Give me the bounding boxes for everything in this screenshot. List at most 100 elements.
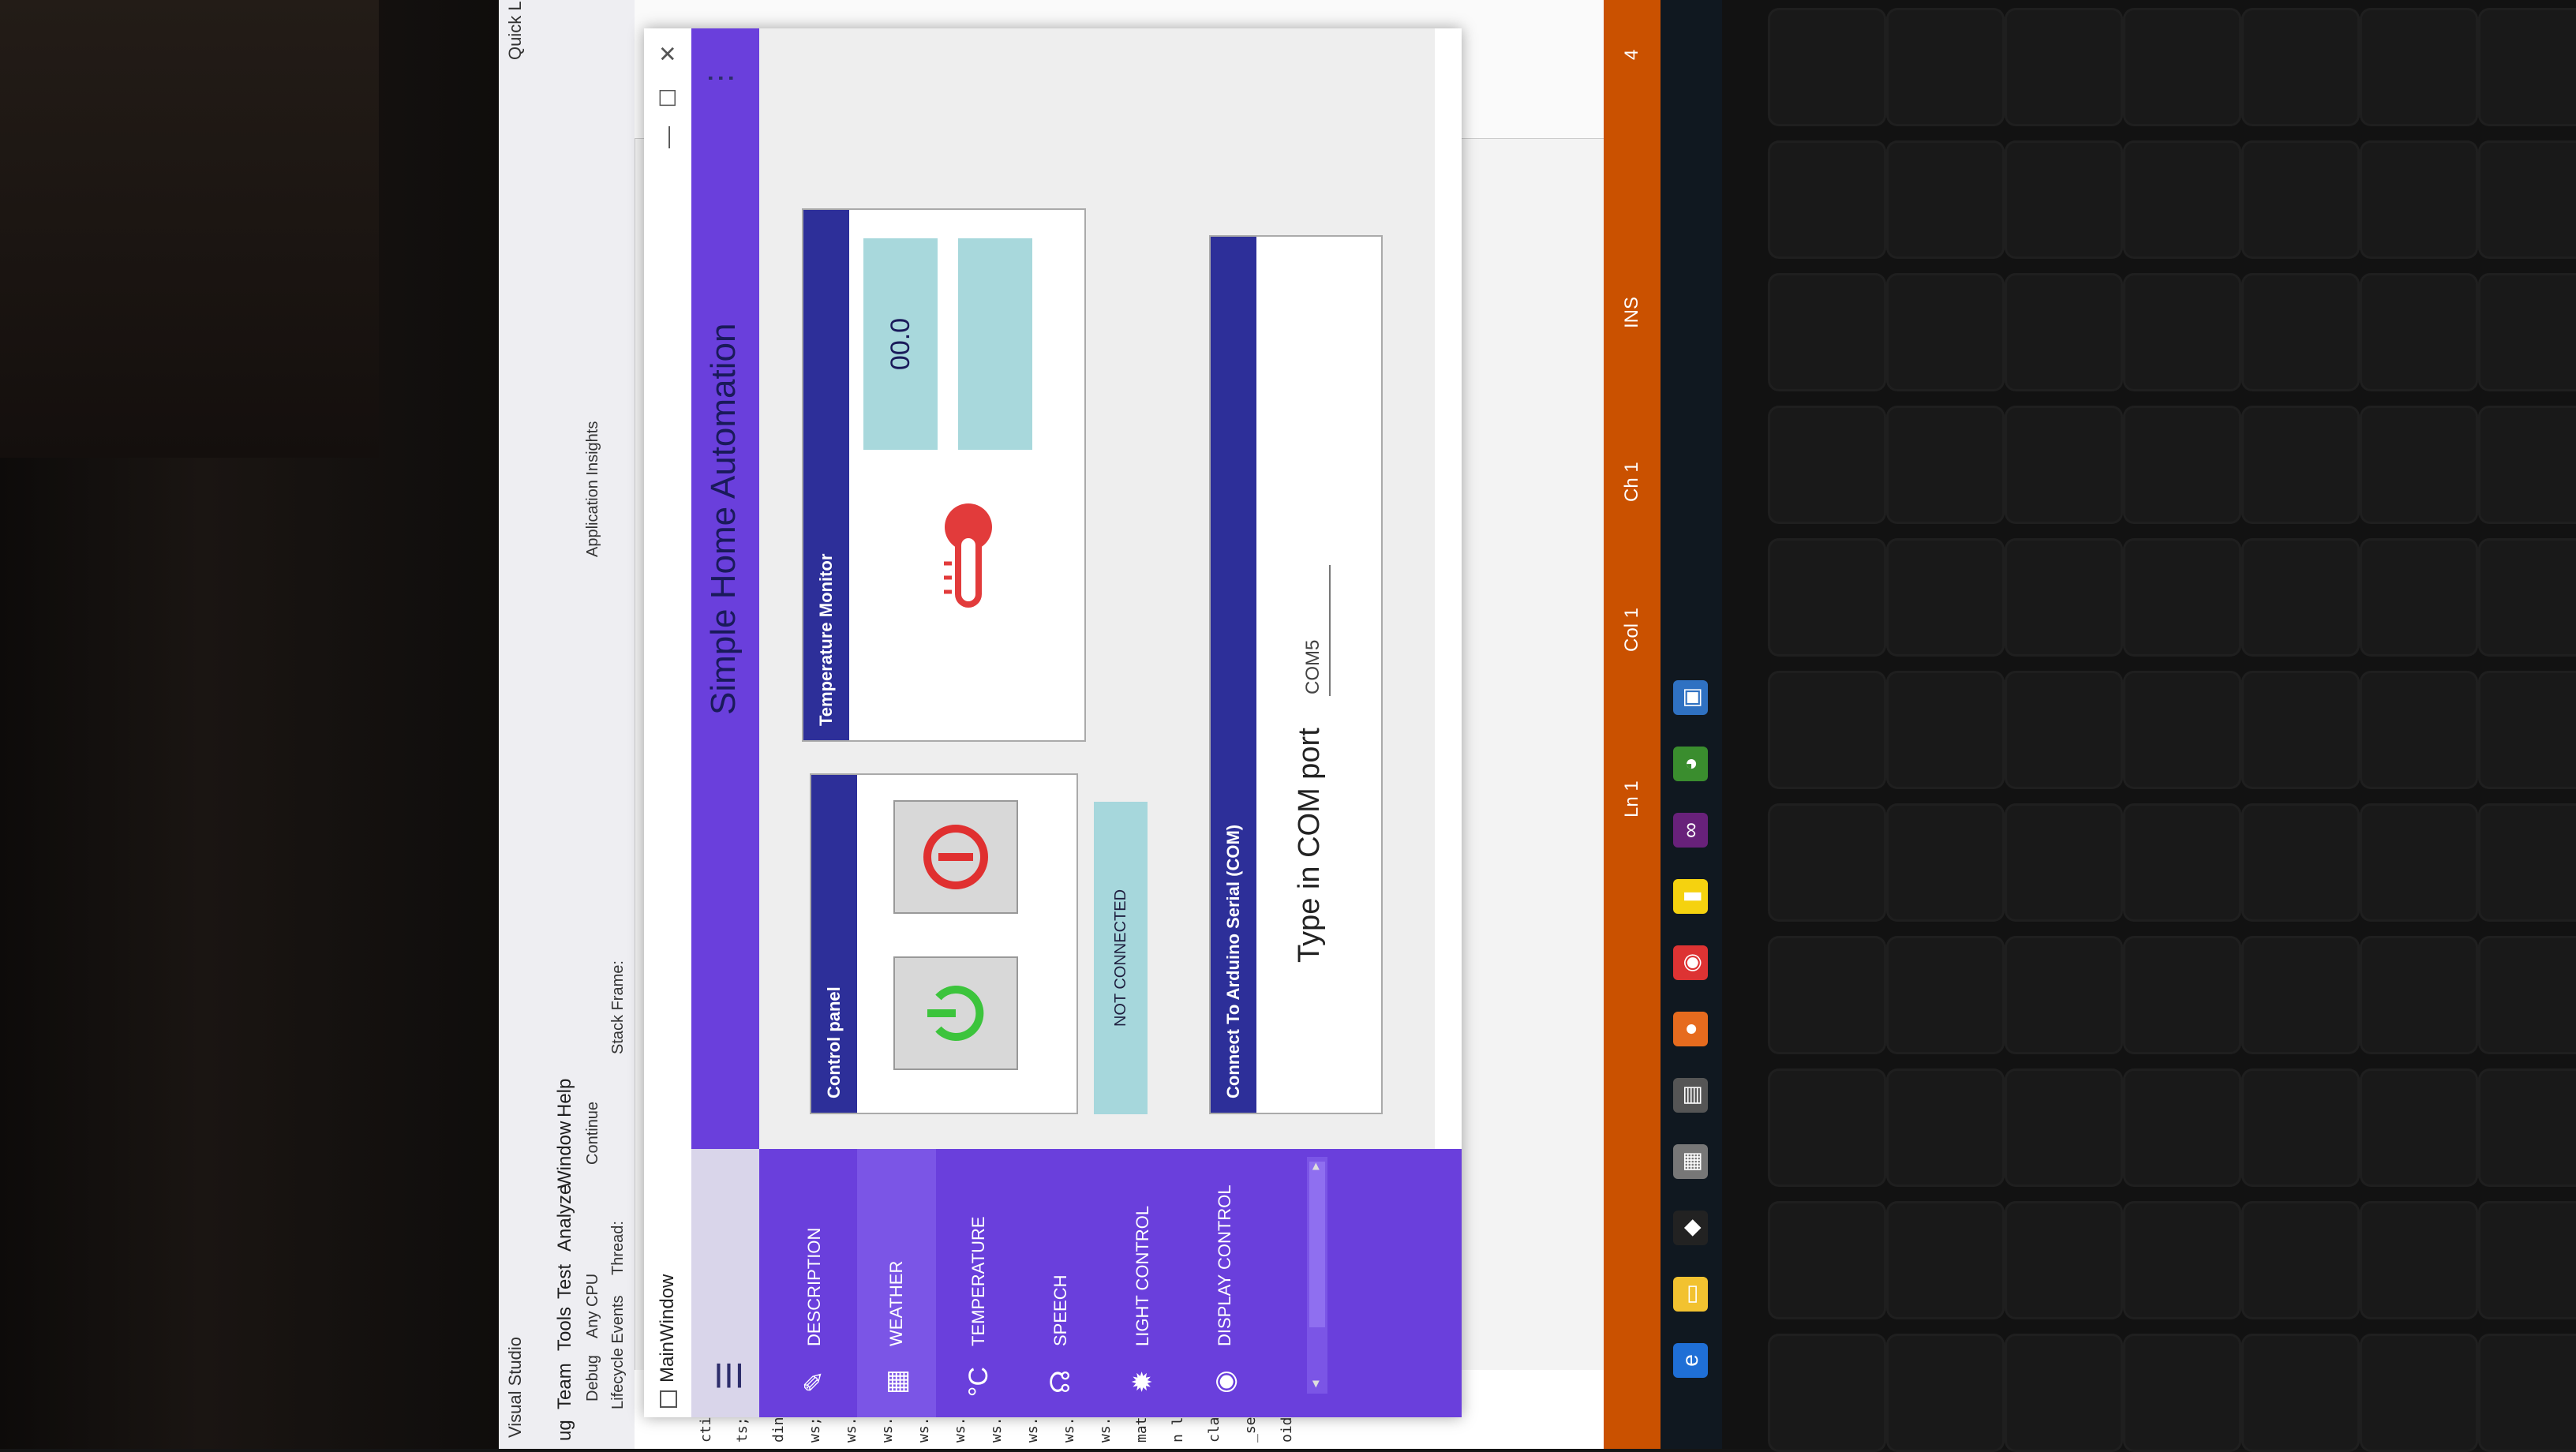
keyboard-key bbox=[2123, 803, 2241, 922]
vs-status-bar: Ln 1 Col 1 Ch 1 INS 4 bbox=[1604, 0, 1661, 1449]
more-options-icon[interactable]: ⋮ bbox=[702, 65, 738, 93]
main-window-task-icon[interactable]: ▣ bbox=[1673, 680, 1708, 715]
maximize-button[interactable]: ☐ bbox=[650, 80, 685, 115]
vs-quick-launch[interactable]: Quick L bbox=[505, 1, 526, 60]
app-green-icon[interactable]: ◕ bbox=[1673, 747, 1708, 781]
nav-item-weather[interactable]: ▦ WEATHER bbox=[857, 1149, 936, 1417]
grid-icon: ▦ bbox=[882, 1368, 912, 1395]
menu-item-2[interactable]: Tools bbox=[554, 1307, 576, 1351]
config-select[interactable]: Debug bbox=[584, 1355, 602, 1401]
com-port-input[interactable]: Type in COM port bbox=[1293, 728, 1327, 963]
keyboard-key bbox=[2005, 1068, 2123, 1187]
app-insights-button[interactable]: Application Insights bbox=[584, 421, 602, 557]
visual-studio-icon[interactable]: ∞ bbox=[1673, 813, 1708, 848]
edge-icon[interactable]: e bbox=[1673, 1343, 1708, 1378]
nav-item-description[interactable]: ✎ DESCRIPTION bbox=[775, 1149, 854, 1417]
temperature-field-2 bbox=[958, 238, 1032, 450]
content-area: Control panel NOT CONNECTED Temperature … bbox=[759, 28, 1435, 1149]
windows-store-icon[interactable]: ▦ bbox=[1673, 1144, 1708, 1179]
menu-item-1[interactable]: Team bbox=[554, 1363, 576, 1409]
nav-label: LIGHT CONTROL bbox=[1133, 1205, 1152, 1346]
menu-item-6[interactable]: Help bbox=[554, 1079, 576, 1117]
keyboard-key bbox=[2360, 1068, 2478, 1187]
continue-button[interactable]: Continue bbox=[584, 1102, 602, 1165]
code-line: ws; bbox=[807, 1416, 823, 1443]
firefox-icon[interactable]: ● bbox=[1673, 1012, 1708, 1046]
scroll-right-icon[interactable]: ▸ bbox=[1307, 1157, 1327, 1176]
nav-item-display-control[interactable]: ◉ DISPLAY CONTROL bbox=[1185, 1149, 1264, 1417]
keyboard-key bbox=[1886, 140, 2005, 259]
temperature-value: 00.0 bbox=[863, 238, 938, 450]
status-mode: INS bbox=[1621, 296, 1642, 328]
keyboard-key bbox=[1886, 538, 2005, 657]
keyboard-key bbox=[2360, 1201, 2478, 1319]
keyboard-key bbox=[2123, 1068, 2241, 1187]
keyboard-key bbox=[2005, 140, 2123, 259]
laptop-keyboard bbox=[1720, 0, 2576, 1452]
keyboard-key bbox=[1886, 1068, 2005, 1187]
nav-label: DISPLAY CONTROL bbox=[1215, 1184, 1234, 1346]
keyboard-key bbox=[1886, 406, 2005, 524]
com-value[interactable]: COM5 bbox=[1302, 640, 1324, 694]
menu-item-5[interactable]: Window bbox=[554, 1121, 576, 1188]
sticky-notes-icon[interactable]: ▮ bbox=[1673, 879, 1708, 914]
scroll-thumb[interactable] bbox=[1309, 1162, 1325, 1327]
window-title: MainWindow bbox=[657, 1274, 678, 1383]
power-on-button[interactable] bbox=[893, 956, 1018, 1070]
nav-scrollbar[interactable]: ◂ ▸ bbox=[1307, 1157, 1327, 1394]
scroll-left-icon[interactable]: ◂ bbox=[1307, 1375, 1327, 1394]
keyboard-key bbox=[1768, 1068, 1886, 1187]
keyboard-key bbox=[2005, 671, 2123, 789]
lightbulb-icon: ✹ bbox=[1128, 1370, 1158, 1394]
lifecycle-events[interactable]: Lifecycle Events bbox=[609, 1295, 627, 1409]
keyboard-key bbox=[2241, 140, 2360, 259]
power-off-icon bbox=[923, 825, 988, 889]
speech-icon: ☊ bbox=[1046, 1369, 1076, 1394]
keyboard-key bbox=[2478, 538, 2576, 657]
store-icon[interactable]: ◆ bbox=[1673, 1211, 1708, 1245]
com-underline bbox=[1329, 565, 1331, 696]
menu-item-3[interactable]: Test bbox=[554, 1264, 576, 1299]
keyboard-key bbox=[2241, 273, 2360, 391]
keyboard-key bbox=[2123, 1334, 2241, 1452]
calculator-icon[interactable]: ▤ bbox=[1673, 1078, 1708, 1113]
keyboard-key bbox=[1768, 803, 1886, 922]
platform-select[interactable]: Any CPU bbox=[584, 1274, 602, 1338]
keyboard-key bbox=[2478, 140, 2576, 259]
control-panel-header: Control panel bbox=[811, 775, 857, 1113]
compass-icon: ✎ bbox=[799, 1370, 829, 1394]
power-off-button[interactable] bbox=[893, 800, 1018, 914]
close-button[interactable]: ✕ bbox=[650, 36, 685, 71]
keyboard-key bbox=[2123, 936, 2241, 1054]
keyboard-key bbox=[2005, 538, 2123, 657]
menu-item-4[interactable]: Analyze bbox=[554, 1184, 576, 1252]
nav-item-temperature[interactable]: °C TEMPERATURE bbox=[939, 1149, 1018, 1417]
menu-item-0[interactable]: ug bbox=[554, 1420, 576, 1441]
temperature-header: Temperature Monitor bbox=[803, 210, 849, 740]
chrome-icon[interactable]: ◉ bbox=[1673, 945, 1708, 980]
vs-title-bar: Visual Studio Quick L bbox=[499, 0, 530, 1449]
thread-label: Thread: bbox=[609, 1221, 627, 1275]
nav-item-light-control[interactable]: ✹ LIGHT CONTROL bbox=[1103, 1149, 1182, 1417]
file-explorer-icon[interactable]: ▭ bbox=[1673, 1277, 1708, 1312]
status-ch: Ch 1 bbox=[1621, 462, 1642, 502]
keyboard-key bbox=[1886, 803, 2005, 922]
keyboard-key bbox=[2360, 671, 2478, 789]
keyboard-key bbox=[2123, 8, 2241, 126]
keyboard-key bbox=[2123, 406, 2241, 524]
keyboard-key bbox=[2360, 803, 2478, 922]
taskbar: e ▭ ◆ ▦ ▤ ● ◉ ▮ ∞ ◕ ▣ bbox=[1661, 0, 1722, 1449]
keyboard-key bbox=[2241, 803, 2360, 922]
keyboard-key bbox=[1768, 671, 1886, 789]
status-ln: Ln 1 bbox=[1621, 780, 1642, 818]
keyboard-key bbox=[2478, 671, 2576, 789]
desktop: Visual Studio Quick L ug Team Tools Test Ana… bbox=[499, 0, 1722, 1449]
keyboard-key bbox=[2478, 273, 2576, 391]
keyboard-key bbox=[1886, 671, 2005, 789]
hamburger-menu-icon[interactable]: ☰ bbox=[710, 1360, 749, 1390]
nav-item-speech[interactable]: ☊ SPEECH bbox=[1021, 1149, 1100, 1417]
nav-label: SPEECH bbox=[1050, 1274, 1070, 1346]
keyboard-key bbox=[2360, 273, 2478, 391]
minimize-button[interactable]: — bbox=[650, 120, 685, 155]
keyboard-key bbox=[2241, 671, 2360, 789]
